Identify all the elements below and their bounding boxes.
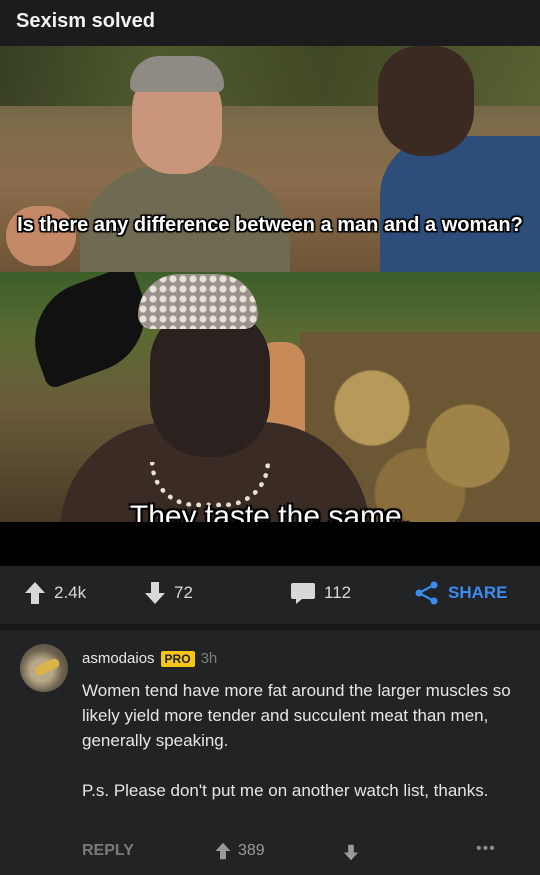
- post-title-bar: Sexism solved: [0, 0, 540, 46]
- interpreter-body: [380, 136, 540, 272]
- comment-upvote-button[interactable]: 389: [214, 842, 265, 860]
- upvote-count: 2.4k: [54, 583, 87, 602]
- upvote-button[interactable]: 2.4k: [24, 580, 86, 606]
- more-options-button[interactable]: •••: [476, 840, 496, 858]
- post-action-bar: 2.4k 72 112 SHARE: [0, 566, 540, 620]
- downvote-button[interactable]: 72: [144, 580, 193, 606]
- comment-count: 112: [324, 583, 352, 602]
- beaded-headdress: [138, 274, 258, 329]
- comment-time: 3h: [200, 650, 218, 667]
- reply-button[interactable]: REPLY: [82, 842, 134, 860]
- pro-badge: PRO: [160, 650, 195, 667]
- arrow-up-icon: [215, 842, 231, 860]
- presenter-hair: [130, 56, 224, 92]
- share-button[interactable]: SHARE: [414, 580, 508, 606]
- comment-meta: asmodaios PRO 3h: [82, 650, 217, 667]
- comments-button[interactable]: 112: [290, 580, 351, 606]
- tribesman-head: [150, 307, 270, 457]
- comment-paragraph: Women tend have more fat around the larg…: [82, 681, 511, 750]
- comment-downvote-button[interactable]: [343, 844, 359, 866]
- comment-paragraph: P.s. Please don't put me on another watc…: [82, 781, 489, 800]
- subtitle-question: Is there any difference between a man an…: [17, 214, 523, 236]
- avatar[interactable]: [20, 644, 68, 692]
- subtitle-answer: They taste the same.: [129, 500, 411, 522]
- meme-top-panel: Is there any difference between a man an…: [0, 46, 540, 272]
- comment-action-bar: REPLY 389 •••: [0, 840, 540, 866]
- comment-body: Women tend have more fat around the larg…: [82, 678, 512, 803]
- comment-username[interactable]: asmodaios: [82, 650, 155, 667]
- comment-bubble-icon: [291, 583, 315, 604]
- feather-headdress: [18, 272, 162, 390]
- meme-bottom-panel: They taste the same.: [0, 272, 540, 522]
- share-icon: [415, 581, 438, 605]
- comment: asmodaios PRO 3h Women tend have more fa…: [0, 630, 540, 875]
- interpreter-head: [378, 46, 474, 156]
- comment-score: 389: [238, 842, 265, 859]
- downvote-count: 72: [174, 583, 193, 602]
- share-label: SHARE: [448, 583, 508, 602]
- arrow-down-icon: [145, 582, 165, 604]
- post-title: Sexism solved: [16, 10, 155, 32]
- meme-image[interactable]: Is there any difference between a man an…: [0, 46, 540, 566]
- arrow-up-icon: [25, 582, 45, 604]
- arrow-down-icon: [343, 844, 359, 861]
